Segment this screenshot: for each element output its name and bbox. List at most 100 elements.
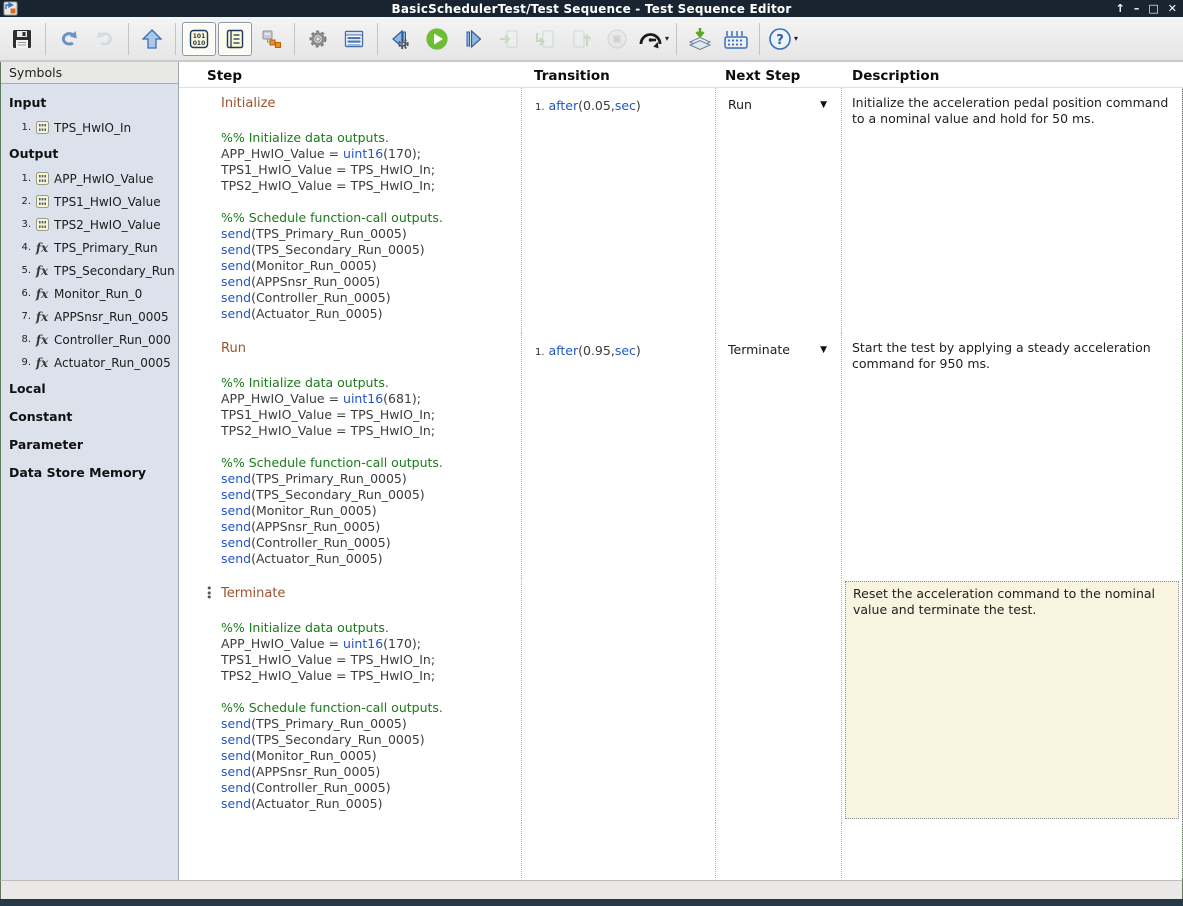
code-text: (APPSnsr_Run_0005): [251, 274, 380, 289]
run-button[interactable]: [420, 22, 454, 56]
table-icon: [343, 28, 365, 50]
code-line: send(TPS_Secondary_Run_0005): [221, 242, 515, 258]
section-label[interactable]: Constant: [1, 402, 178, 430]
minimize-button[interactable]: –: [1134, 0, 1140, 17]
code-text: (170);: [383, 636, 421, 651]
code-comment: %% Schedule function-call outputs.: [221, 700, 443, 715]
step-cell-terminate[interactable]: ••• Terminate %% Initialize data outputs.A…: [179, 578, 522, 823]
outline-view-toggle-button[interactable]: [218, 22, 252, 56]
next-step-dropdown[interactable]: Terminate▼: [728, 342, 827, 357]
settings-button[interactable]: [301, 22, 335, 56]
stop-icon: [606, 28, 628, 50]
symbol-item[interactable]: 3.TPS2_HwIO_Value: [1, 213, 178, 236]
undo-button[interactable]: [52, 22, 86, 56]
description-cell-terminate[interactable]: Reset the acceleration command to the no…: [842, 578, 1183, 823]
section-label[interactable]: Local: [1, 374, 178, 402]
code-keyword: send: [221, 242, 251, 257]
code-text: (Controller_Run_0005): [251, 535, 391, 550]
symbol-item[interactable]: 6.fxMonitor_Run_0: [1, 282, 178, 305]
symbol-item[interactable]: 9.fxActuator_Run_0005: [1, 351, 178, 374]
section-label[interactable]: Data Store Memory: [1, 458, 178, 486]
description-cell-run[interactable]: Start the test by applying a steady acce…: [842, 333, 1183, 578]
code-text: (TPS_Primary_Run_0005): [251, 226, 407, 241]
section-label[interactable]: Input: [1, 88, 178, 116]
code-line: TPS2_HwIO_Value = TPS_HwIO_In;: [221, 178, 515, 194]
code-view-toggle-button[interactable]: 101010: [182, 22, 216, 56]
symbol-item[interactable]: 1.TPS_HwIO_In: [1, 116, 178, 139]
code-text: TPS1_HwIO_Value = TPS_HwIO_In;: [221, 407, 435, 422]
code-line: APP_HwIO_Value = uint16(681);: [221, 391, 515, 407]
code-line: send(APPSnsr_Run_0005): [221, 274, 515, 290]
symbols-panel-button[interactable]: [254, 22, 288, 56]
transition-cell-run[interactable]: 1.after(0.95, sec): [522, 333, 716, 578]
code-text: APP_HwIO_Value =: [221, 636, 343, 651]
symbol-item[interactable]: 2.TPS1_HwIO_Value: [1, 190, 178, 213]
column-header-description: Description: [842, 62, 1183, 88]
keyboard-icon: [723, 28, 749, 50]
code-line: TPS2_HwIO_Value = TPS_HwIO_In;: [221, 668, 515, 684]
code-text: (TPS_Secondary_Run_0005): [251, 487, 425, 502]
symbol-index: 1.: [15, 173, 31, 184]
next-step-dropdown[interactable]: Run▼: [728, 97, 827, 112]
description-edit-box[interactable]: Reset the acceleration command to the no…: [845, 581, 1179, 819]
step-name[interactable]: Terminate: [221, 586, 515, 601]
column-header-transition: Transition: [522, 62, 716, 88]
close-button[interactable]: ✕: [1168, 0, 1177, 17]
symbol-item[interactable]: 5.fxTPS_Secondary_Run: [1, 259, 178, 282]
caret-down-icon: ▾: [794, 34, 798, 43]
symbol-item[interactable]: 1.APP_HwIO_Value: [1, 167, 178, 190]
maximize-button[interactable]: □: [1148, 0, 1158, 17]
symbol-item[interactable]: 8.fxController_Run_000: [1, 328, 178, 351]
step-forward-button[interactable]: [456, 22, 490, 56]
table-view-button[interactable]: [337, 22, 371, 56]
step-cell-run[interactable]: Run %% Initialize data outputs.APP_HwIO_V…: [179, 333, 522, 578]
step-name[interactable]: Initialize: [221, 96, 515, 111]
step-out-button: [564, 22, 598, 56]
code-text: (Monitor_Run_0005): [251, 503, 377, 518]
transition-cell-initialize[interactable]: 1.after(0.05,sec): [522, 88, 716, 333]
code-line: send(Actuator_Run_0005): [221, 306, 515, 322]
help-button[interactable]: ?▾: [766, 22, 800, 56]
save-button[interactable]: [5, 22, 39, 56]
step-menu-dots-icon[interactable]: •••: [206, 587, 213, 601]
gauge-icon: [637, 28, 663, 50]
sequence-editor-main: StepTransitionNext StepDescriptionInitia…: [179, 62, 1182, 880]
symbols-section-input: Input1.TPS_HwIO_In: [1, 88, 178, 139]
code-text: APP_HwIO_Value =: [221, 146, 343, 161]
symbol-name: Monitor_Run_0: [54, 287, 142, 301]
toolbar-separator: [294, 23, 295, 55]
code-text: (TPS_Secondary_Run_0005): [251, 242, 425, 257]
transition-cell-terminate[interactable]: [522, 578, 716, 823]
step-code-block[interactable]: %% Initialize data outputs.APP_HwIO_Valu…: [221, 620, 515, 812]
binary-icon: 101010: [188, 28, 210, 50]
step-cell-initialize[interactable]: Initialize %% Initialize data outputs.APP…: [179, 88, 522, 333]
body: Symbols Input1.TPS_HwIO_InOutput1.APP_Hw…: [0, 62, 1183, 880]
transition-expression[interactable]: 1.after(0.05,sec): [535, 98, 711, 113]
step-back-button[interactable]: [384, 22, 418, 56]
app-icon: [3, 1, 18, 16]
transition-expression[interactable]: 1.after(0.95, sec): [535, 343, 711, 358]
svg-text:101: 101: [193, 33, 206, 40]
step-code-block[interactable]: %% Initialize data outputs.APP_HwIO_Valu…: [221, 130, 515, 322]
code-line: send(Controller_Run_0005): [221, 780, 515, 796]
symbol-name: Controller_Run_000: [54, 333, 171, 347]
toolbar-separator: [45, 23, 46, 55]
go-up-button[interactable]: [135, 22, 169, 56]
symbol-item[interactable]: 7.fxAPPSnsr_Run_0005: [1, 305, 178, 328]
add-transition-button[interactable]: [719, 22, 753, 56]
code-keyword: send: [221, 716, 251, 731]
section-label[interactable]: Output: [1, 139, 178, 167]
symbol-name: TPS_Primary_Run: [54, 241, 158, 255]
restore-up-button[interactable]: ↑: [1116, 0, 1125, 17]
add-step-after-button[interactable]: [683, 22, 717, 56]
code-line: send(Controller_Run_0005): [221, 535, 515, 551]
description-cell-initialize[interactable]: Initialize the acceleration pedal positi…: [842, 88, 1183, 333]
code-text: (TPS_Secondary_Run_0005): [251, 732, 425, 747]
step-code-block[interactable]: %% Initialize data outputs.APP_HwIO_Valu…: [221, 375, 515, 567]
simulation-pacing-button[interactable]: ▾: [636, 22, 670, 56]
step-name[interactable]: Run: [221, 341, 515, 356]
section-label[interactable]: Parameter: [1, 430, 178, 458]
next-step-cell-run: Terminate▼: [716, 333, 842, 578]
symbol-item[interactable]: 4.fxTPS_Primary_Run: [1, 236, 178, 259]
next-step-value: Run: [728, 97, 752, 112]
